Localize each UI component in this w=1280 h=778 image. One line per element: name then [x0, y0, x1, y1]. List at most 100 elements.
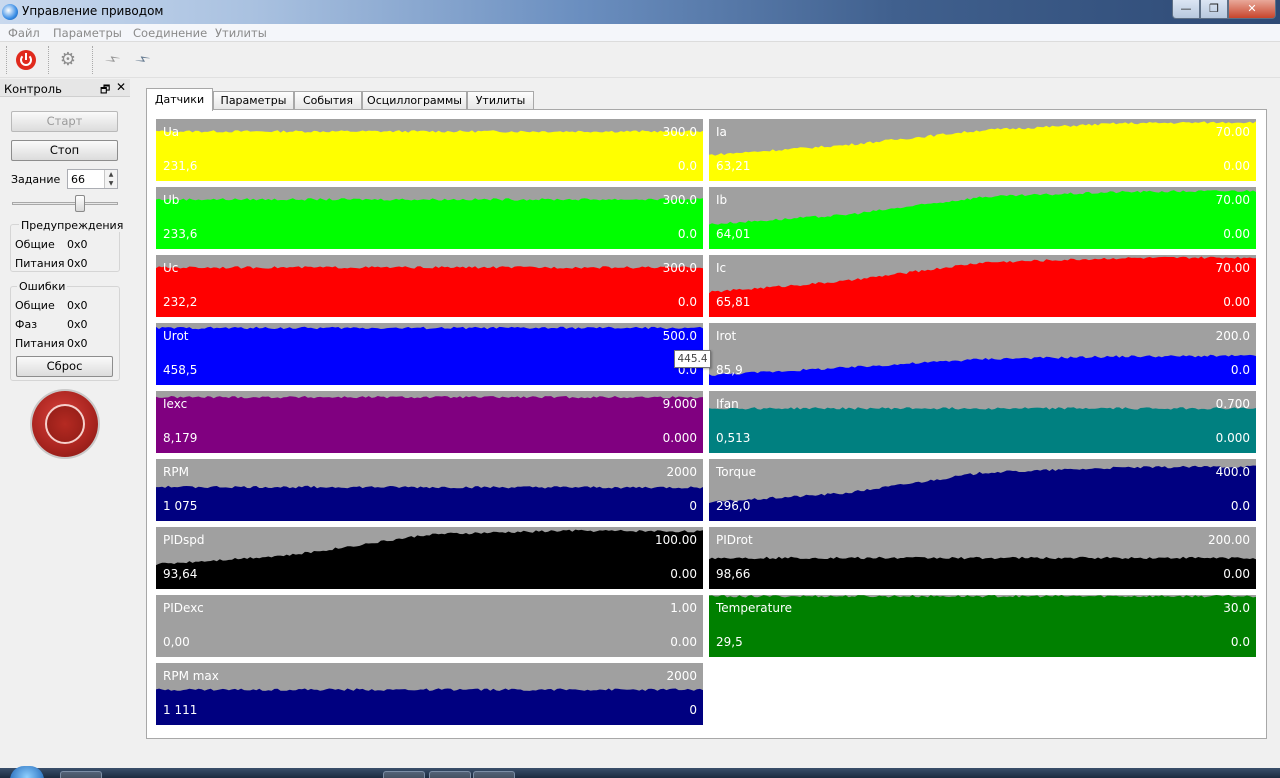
sensor-name: PIDexc [163, 601, 204, 615]
sensor-max: 9.000 [662, 397, 697, 411]
setpoint-spinbox[interactable]: 66 ▲ ▼ [67, 169, 118, 189]
toolbar-separator [6, 46, 7, 74]
sensor-trend-ib [709, 190, 1256, 249]
sensor-min: 0 [689, 499, 697, 513]
tab-sensors[interactable]: Датчики [146, 88, 213, 111]
sensor-current-value: 1 111 [163, 703, 198, 717]
start-button[interactable]: Старт [11, 111, 118, 132]
sensor-current-value: 29,5 [716, 635, 743, 649]
sensor-tile-urot: Urot 500.0 458,5 0.0 [156, 323, 703, 385]
taskbar-item[interactable] [60, 771, 102, 778]
menu-utilities[interactable]: Утилиты [215, 26, 267, 40]
tab-parameters[interactable]: Параметры [213, 91, 294, 110]
power-icon[interactable] [14, 48, 38, 72]
sensor-fill-urot [156, 326, 703, 385]
sensor-tile-ifan: Ifan 0.700 0,513 0.000 [709, 391, 1256, 453]
sensor-name: Temperature [716, 601, 793, 615]
sensor-max: 1.00 [670, 601, 697, 615]
stop-button[interactable]: Стоп [11, 140, 118, 161]
toolbar: ⚙ ⚡ ⚡ [0, 42, 1280, 78]
plug-disconnected-icon[interactable]: ⚡ [95, 43, 129, 77]
gear-icon[interactable]: ⚙ [56, 48, 80, 72]
taskbar-item[interactable] [473, 771, 515, 778]
sensor-max: 70.00 [1215, 193, 1250, 207]
sensor-current-value: 8,179 [163, 431, 198, 445]
sensor-name: Urot [163, 329, 189, 343]
sensor-current-value: 233,6 [163, 227, 198, 241]
sensor-max: 200.0 [1215, 329, 1250, 343]
reset-button[interactable]: Сброс [16, 356, 113, 377]
close-icon[interactable]: ✕ [116, 80, 126, 94]
tab-events[interactable]: События [294, 91, 362, 110]
sensor-max: 300.0 [662, 193, 697, 207]
menu-connection[interactable]: Соединение [133, 26, 207, 40]
sensor-min: 0.0 [677, 295, 697, 309]
tab-utilities[interactable]: Утилиты [467, 91, 534, 110]
sensor-fill-pidspd [156, 529, 703, 589]
emergency-stop-button[interactable] [32, 391, 98, 457]
toolbar-separator [92, 46, 93, 74]
menu-bar: Файл Параметры Соединение Утилиты [0, 24, 1280, 42]
start-orb-icon[interactable] [10, 766, 44, 778]
sensor-min: 0.00 [670, 567, 697, 581]
taskbar [0, 766, 1280, 778]
sensor-fill-ub [156, 198, 703, 249]
sensor-fill-ia [709, 121, 1256, 181]
taskbar-item[interactable] [383, 771, 425, 778]
spin-down-icon[interactable]: ▼ [104, 179, 117, 188]
sensor-name: PIDspd [163, 533, 205, 547]
sensor-max: 30.0 [1223, 601, 1250, 615]
sensor-trend-ub [156, 198, 703, 249]
sensor-current-value: 65,81 [716, 295, 751, 309]
sensor-max: 2000 [666, 669, 697, 683]
sensor-trend-ic [709, 256, 1256, 317]
sensor-fill-ib [709, 190, 1256, 249]
menu-parameters[interactable]: Параметры [53, 26, 122, 40]
sensor-name: Uc [163, 261, 179, 275]
slider-handle[interactable] [75, 195, 86, 212]
value-tooltip: 445.4 [674, 350, 711, 368]
close-button[interactable]: ✕ [1228, 0, 1276, 19]
sensor-current-value: 0,00 [163, 635, 190, 649]
sensor-min: 0.000 [1215, 431, 1250, 445]
errors-phase-value: 0x0 [67, 318, 88, 331]
sensor-min: 0.00 [1223, 159, 1250, 173]
minimize-button[interactable]: — [1172, 0, 1200, 19]
tab-oscillograms[interactable]: Осциллограммы [362, 91, 467, 110]
sensor-trend-torque [709, 465, 1256, 521]
sensor-min: 0.000 [662, 431, 697, 445]
sensor-trend-urot [156, 326, 703, 385]
sensor-name: RPM max [163, 669, 219, 683]
sensor-current-value: 232,2 [163, 295, 198, 309]
plug-connected-icon[interactable]: ⚡ [125, 43, 159, 77]
sensor-tile-pidexc: PIDexc 1.00 0,00 0.00 [156, 595, 703, 657]
menu-file[interactable]: Файл [8, 26, 40, 40]
sensor-max: 100.00 [655, 533, 697, 547]
app-icon [2, 4, 18, 20]
sensor-trend-ua [156, 130, 703, 181]
sensor-name: Ic [716, 261, 727, 275]
toolbar-separator [48, 46, 49, 74]
dock-header: Контроль 🗗 ✕ [0, 79, 130, 97]
sensor-trend-ia [709, 121, 1256, 181]
sensor-min: 0.00 [1223, 567, 1250, 581]
spin-up-icon[interactable]: ▲ [104, 170, 117, 179]
taskbar-item[interactable] [429, 771, 471, 778]
sensor-fill-irot [709, 354, 1256, 385]
maximize-button[interactable]: ❐ [1200, 0, 1228, 19]
sensor-current-value: 231,6 [163, 159, 198, 173]
sensor-fill-uc [156, 266, 703, 317]
sensor-max: 2000 [666, 465, 697, 479]
sensor-fill-ifan [709, 407, 1256, 453]
sensor-min: 0.00 [1223, 227, 1250, 241]
errors-general-label: Общие [15, 299, 55, 312]
sensor-name: Ua [163, 125, 180, 139]
setpoint-slider[interactable] [12, 202, 118, 205]
float-icon[interactable]: 🗗 [100, 81, 110, 100]
warnings-general-value: 0x0 [67, 238, 88, 251]
sensor-max: 70.00 [1215, 261, 1250, 275]
sensor-current-value: 296,0 [716, 499, 751, 513]
sensor-min: 0.0 [677, 227, 697, 241]
errors-title: Ошибки [17, 280, 68, 293]
errors-phase-label: Фаз [15, 318, 38, 331]
